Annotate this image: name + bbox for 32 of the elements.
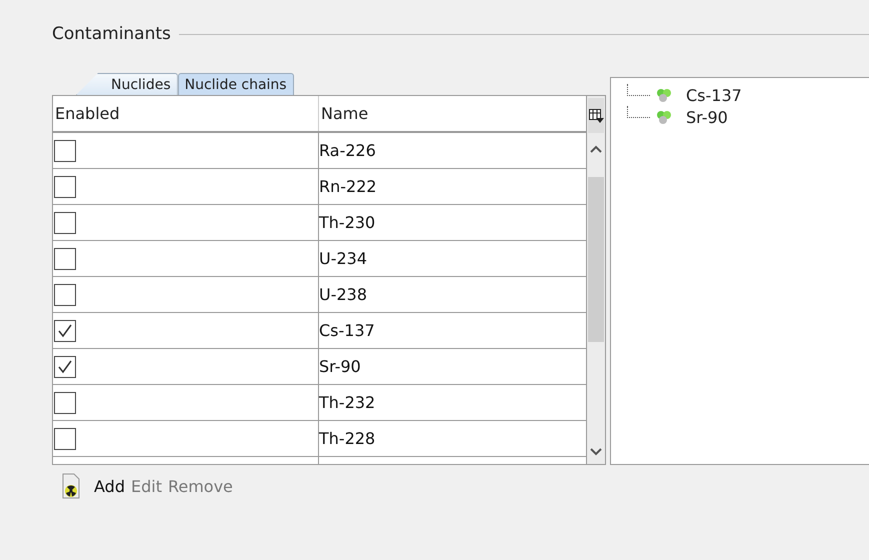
column-header[interactable]: Name xyxy=(319,96,586,131)
checkbox[interactable] xyxy=(54,356,76,378)
radiation-file-icon xyxy=(62,473,80,499)
scroll-down-icon[interactable] xyxy=(590,448,602,456)
table-cell-text: Cs-137 xyxy=(319,320,376,342)
atom-icon xyxy=(656,109,672,125)
table-cell-text: U-238 xyxy=(319,284,368,306)
checkbox[interactable] xyxy=(54,248,76,270)
checkbox[interactable] xyxy=(54,140,76,162)
group-title: Contaminants xyxy=(52,24,171,44)
checkbox[interactable] xyxy=(54,212,76,234)
table-cell-text: Th-232 xyxy=(319,392,376,414)
checkbox[interactable] xyxy=(54,428,76,450)
atom-icon xyxy=(656,87,672,103)
table-cell-text: Ra-226 xyxy=(319,140,377,162)
tree-item[interactable]: Sr-90 xyxy=(686,108,728,126)
checkbox[interactable] xyxy=(54,320,76,342)
tree-item[interactable]: Cs-137 xyxy=(686,86,742,104)
column-chooser-button[interactable] xyxy=(588,98,604,133)
table-cell-text: U-234 xyxy=(319,248,368,270)
table-cell-text: Rn-222 xyxy=(319,176,378,198)
table-cell-text: Th-230 xyxy=(319,212,376,234)
table-cell-text: Th-228 xyxy=(319,428,376,450)
tab[interactable]: Nuclide chains xyxy=(178,73,294,95)
scroll-up-icon[interactable] xyxy=(590,145,602,153)
checkbox[interactable] xyxy=(54,392,76,414)
checkbox[interactable] xyxy=(54,176,76,198)
table-cell-text: Sr-90 xyxy=(319,356,362,378)
column-header[interactable]: Enabled xyxy=(53,96,319,131)
checkbox[interactable] xyxy=(54,284,76,306)
action-link[interactable]: Add xyxy=(94,476,125,496)
tab[interactable]: Nuclides xyxy=(76,73,178,95)
